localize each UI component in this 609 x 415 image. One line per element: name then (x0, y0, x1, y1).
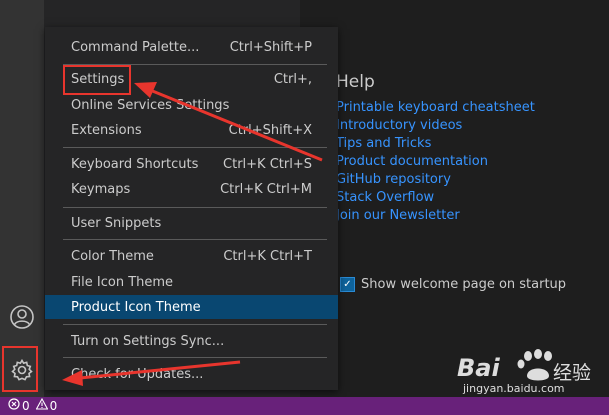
watermark-brand-cn: 经验 (553, 362, 592, 384)
menu-item-keymaps[interactable]: Keymaps Ctrl+K Ctrl+M (45, 177, 338, 201)
help-heading: Help (336, 72, 375, 92)
status-bar: 0 0 (0, 397, 609, 415)
watermark-brand: Bai (457, 354, 500, 382)
menu-separator (63, 239, 327, 240)
link-tips-and-tricks[interactable]: Tips and Tricks (336, 136, 431, 151)
link-keyboard-cheatsheet[interactable]: Printable keyboard cheatsheet (336, 100, 535, 115)
error-icon (8, 397, 20, 415)
menu-separator (63, 324, 327, 325)
menu-item-shortcut: Ctrl+K Ctrl+T (223, 248, 312, 264)
menu-separator (63, 207, 327, 208)
menu-item-check-updates[interactable]: Check for Updates... (45, 362, 338, 386)
link-github-repository[interactable]: GitHub repository (336, 172, 451, 187)
menu-item-shortcut: Ctrl+Shift+P (229, 39, 312, 55)
menu-item-shortcut: Ctrl+, (273, 71, 312, 87)
menu-separator (63, 357, 327, 358)
warning-count: 0 (49, 399, 58, 413)
menu-item-shortcut: Ctrl+K Ctrl+M (220, 181, 312, 197)
menu-item-label: Check for Updates... (71, 366, 204, 382)
gear-highlight-box (2, 346, 38, 392)
menu-item-label: Turn on Settings Sync... (71, 333, 225, 349)
startup-option: ✓ Show welcome page on startup (340, 277, 566, 292)
activity-bar (0, 0, 44, 397)
menu-item-command-palette[interactable]: Command Palette... Ctrl+Shift+P (45, 35, 338, 59)
menu-item-online-services-settings[interactable]: Online Services Settings (45, 93, 338, 117)
menu-item-label: Color Theme (71, 248, 154, 264)
menu-item-label: Command Palette... (71, 39, 200, 55)
link-introductory-videos[interactable]: Introductory videos (336, 118, 462, 133)
startup-label: Show welcome page on startup (361, 277, 567, 292)
menu-separator (63, 147, 327, 148)
menu-item-shortcut: Ctrl+Shift+X (228, 122, 312, 138)
menu-item-color-theme[interactable]: Color Theme Ctrl+K Ctrl+T (45, 244, 338, 268)
account-icon[interactable] (7, 302, 37, 332)
error-count: 0 (22, 399, 30, 413)
baidu-watermark: Bai 经验 jingyan.baidu.com (455, 342, 605, 397)
menu-item-shortcut: Ctrl+K Ctrl+S (223, 156, 312, 172)
menu-item-label: Keyboard Shortcuts (71, 156, 199, 172)
settings-highlight-box (63, 65, 131, 95)
watermark-url: jingyan.baidu.com (463, 382, 565, 395)
menu-item-product-icon-theme[interactable]: Product Icon Theme (45, 295, 338, 319)
menu-item-user-snippets[interactable]: User Snippets (45, 211, 338, 235)
menu-item-label: User Snippets (71, 215, 162, 231)
menu-item-label: File Icon Theme (71, 274, 174, 290)
menu-item-label: Keymaps (71, 181, 131, 197)
warning-icon (35, 397, 49, 415)
link-newsletter[interactable]: Join our Newsletter (336, 208, 460, 223)
startup-checkbox[interactable]: ✓ (340, 277, 355, 292)
menu-item-file-icon-theme[interactable]: File Icon Theme (45, 270, 338, 294)
menu-item-keyboard-shortcuts[interactable]: Keyboard Shortcuts Ctrl+K Ctrl+S (45, 152, 338, 176)
menu-item-label: Extensions (71, 122, 142, 138)
menu-item-label: Online Services Settings (71, 97, 230, 113)
link-product-documentation[interactable]: Product documentation (336, 154, 488, 169)
menu-item-label: Product Icon Theme (71, 299, 201, 315)
link-stack-overflow[interactable]: Stack Overflow (336, 190, 434, 205)
menu-item-settings-sync[interactable]: Turn on Settings Sync... (45, 329, 338, 353)
menu-item-extensions[interactable]: Extensions Ctrl+Shift+X (45, 118, 338, 142)
problems-indicator[interactable]: 0 0 (8, 397, 57, 415)
